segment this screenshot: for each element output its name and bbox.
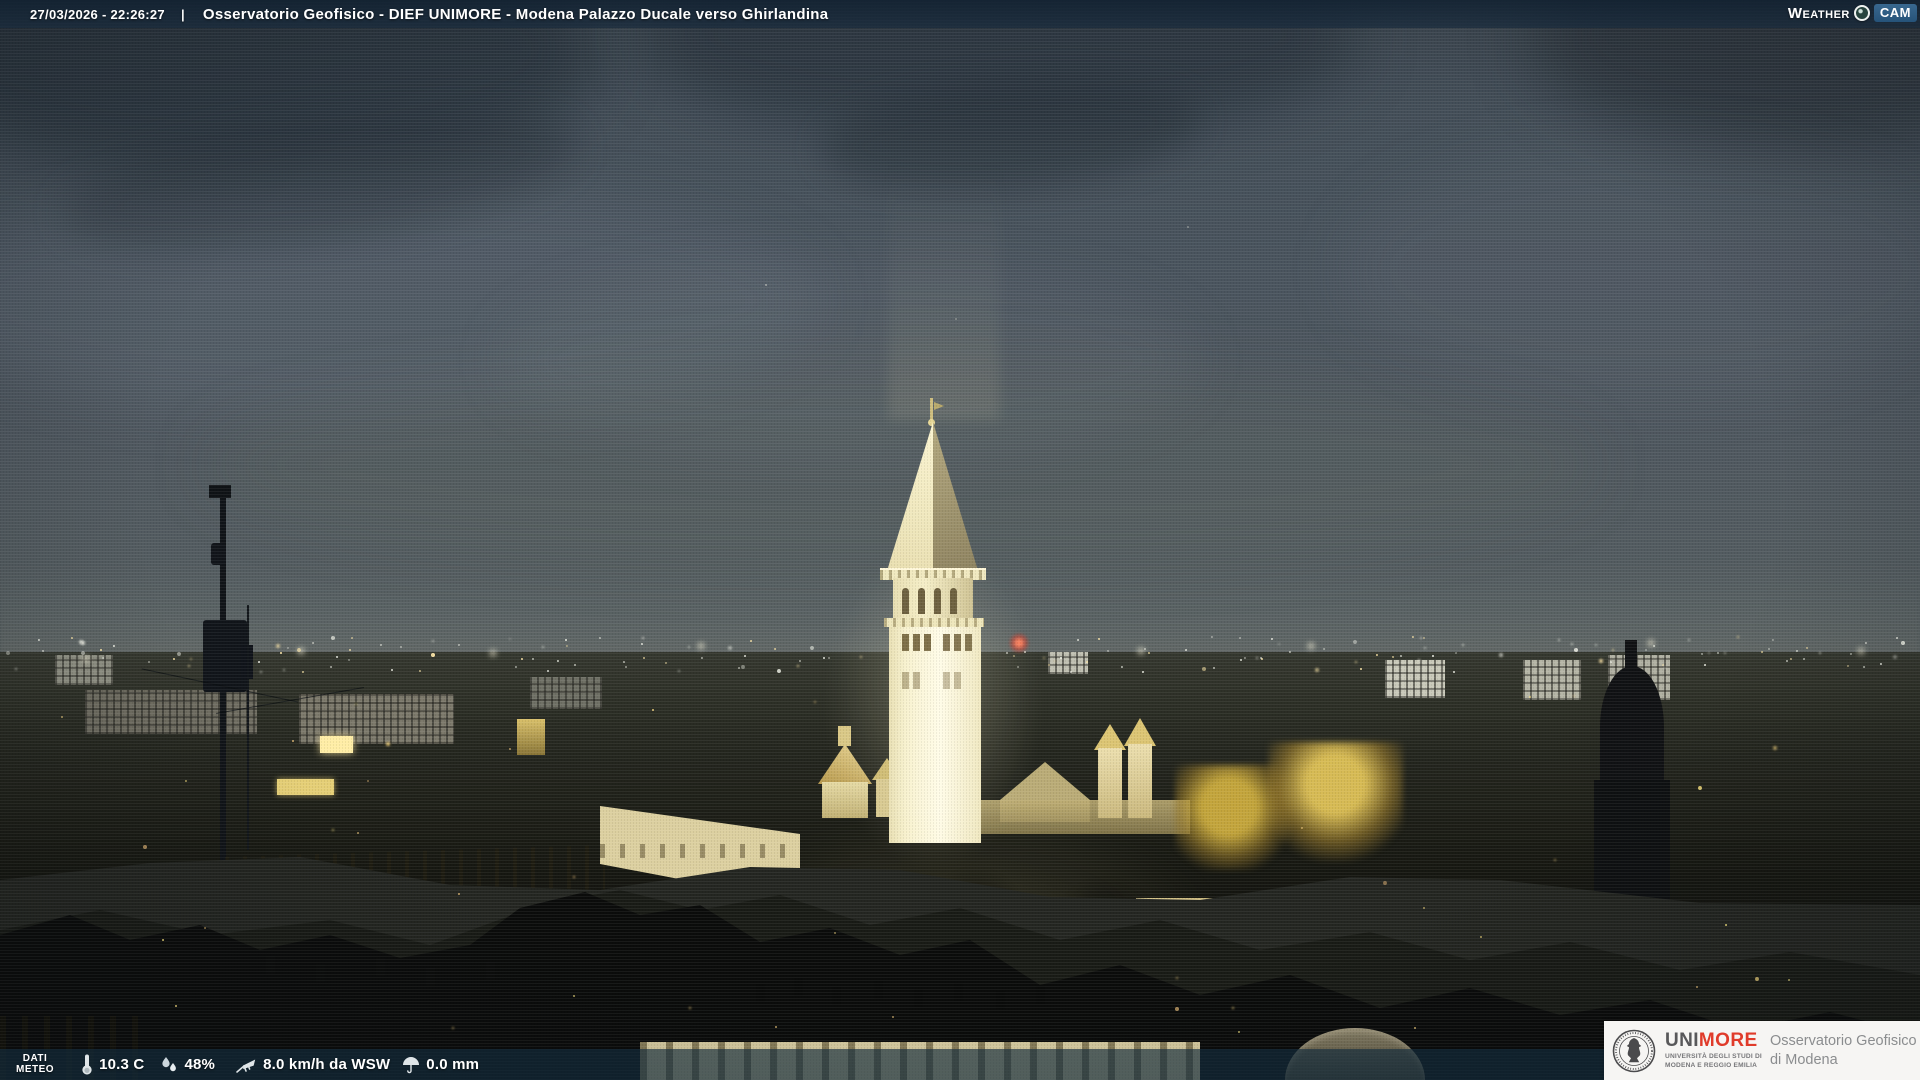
dati-meteo-label: DATI METEO <box>16 1052 55 1075</box>
weathercam-logo: Weather CAM <box>1788 4 1917 22</box>
unimore-uni-text: UNI <box>1665 1030 1699 1052</box>
top-info-bar: 27/03/2026 - 22:26:27 | Osservatorio Geo… <box>0 0 1920 28</box>
datetime-text: 27/03/2026 - 22:26:27 <box>30 6 165 22</box>
rain-umbrella-icon <box>403 1056 420 1073</box>
rain-reading: 0.0 mm <box>401 1055 479 1075</box>
wind-anemometer-icon <box>236 1059 256 1073</box>
unimore-wordmark: UNIMORE UNIVERSITÀ DEGLI STUDI DI MODENA… <box>1665 1031 1762 1069</box>
thermometer-icon <box>82 1054 92 1074</box>
unimore-seal-icon <box>1612 1029 1656 1072</box>
separator: | <box>180 6 185 22</box>
webcam-title: Osservatorio Geofisico - DIEF UNIMORE - … <box>202 5 829 23</box>
unimore-more-text: MORE <box>1698 1030 1758 1052</box>
weathercam-cam-badge: CAM <box>1873 4 1917 22</box>
humidity-value: 48% <box>184 1056 216 1073</box>
temperature-value: 10.3 C <box>99 1056 145 1073</box>
camera-lens-icon <box>1853 5 1870 21</box>
humidity-drops-icon <box>162 1056 177 1071</box>
weathercam-weather-text: Weather <box>1787 4 1850 22</box>
temperature-reading: 10.3 C <box>80 1054 144 1076</box>
unimore-logo-box: UNIMORE UNIVERSITÀ DEGLI STUDI DI MODENA… <box>1604 1021 1920 1080</box>
observatory-name: Osservatorio Geofisico di Modena <box>1769 1032 1917 1068</box>
vignette <box>0 0 1920 1080</box>
wind-reading: 8.0 km/h da WSW <box>234 1055 390 1075</box>
unimore-subtitle-line1: UNIVERSITÀ DEGLI STUDI DI <box>1665 1053 1762 1061</box>
rain-value: 0.0 mm <box>426 1056 480 1073</box>
unimore-subtitle-line2: MODENA E REGGIO EMILIA <box>1665 1061 1758 1069</box>
humidity-reading: 48% <box>159 1055 215 1075</box>
webcam-frame: 27/03/2026 - 22:26:27 | Osservatorio Geo… <box>0 0 1920 1080</box>
wind-value: 8.0 km/h da WSW <box>263 1056 391 1073</box>
